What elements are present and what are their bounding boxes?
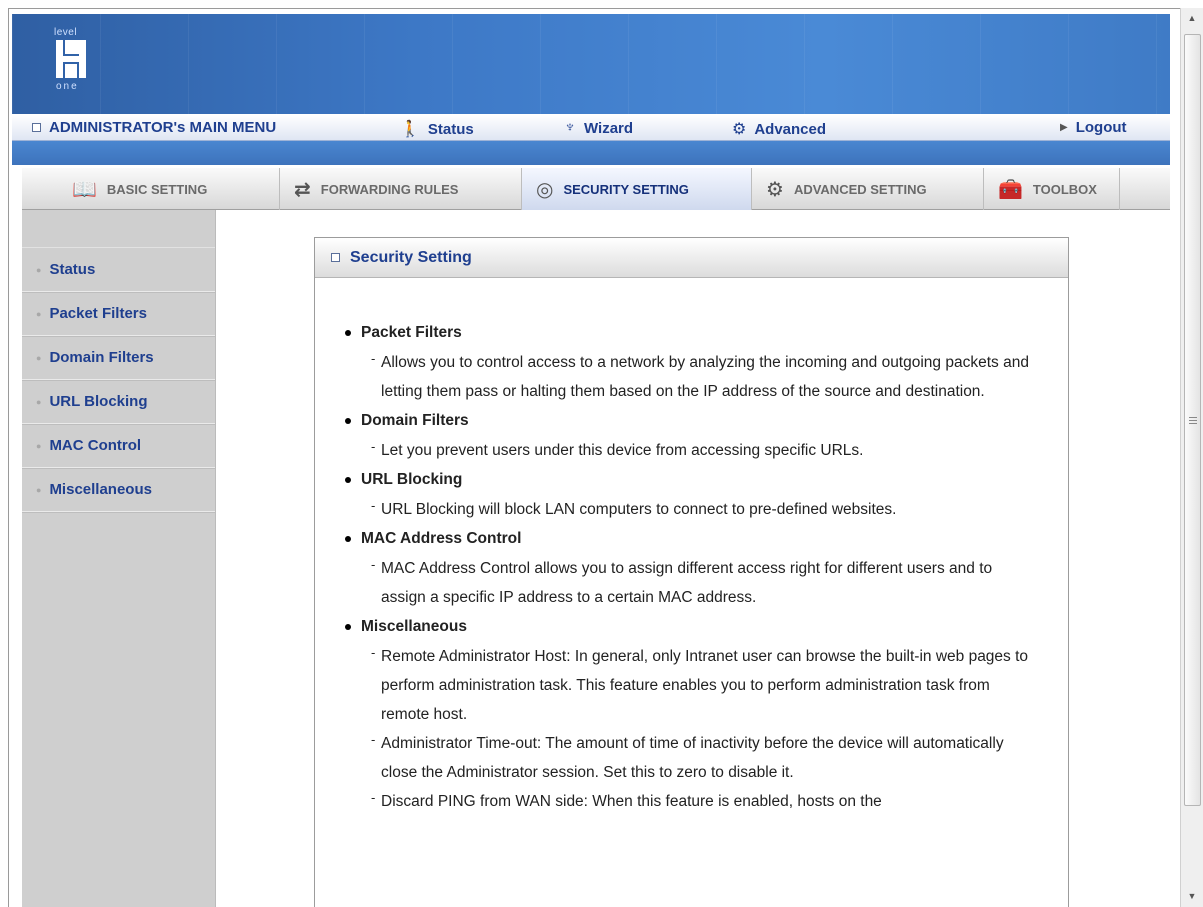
section-description: Remote Administrator Host: In general, o…: [371, 638, 1041, 729]
status-menu-link[interactable]: 🚶 Status: [400, 119, 474, 139]
dot-icon: ●: [36, 352, 42, 363]
toolbox-icon: 🧰: [998, 178, 1023, 201]
panel-body: Packet Filters Allows you to control acc…: [315, 278, 1068, 816]
tab-basic-setting[interactable]: 📖 BASIC SETTING: [58, 168, 280, 210]
person-icon: 🚶: [400, 121, 420, 138]
wizard-icon: ♆: [564, 119, 576, 136]
dot-icon: ●: [36, 308, 42, 319]
arrows-icon: ⇄: [294, 178, 311, 201]
sidebar: ● Status ● Packet Filters ● Domain Filte…: [22, 210, 216, 907]
dot-icon: ●: [36, 440, 42, 451]
triangle-right-icon: ▶: [1060, 122, 1068, 133]
status-menu-label: Status: [427, 120, 474, 138]
section-title: Miscellaneous: [361, 618, 467, 635]
section-domain-filters: Domain Filters Let you prevent users und…: [341, 406, 1068, 465]
top-banner: level one: [12, 14, 1170, 114]
dot-icon: ●: [36, 484, 42, 495]
logo-mark: [56, 40, 86, 78]
dot-icon: ●: [36, 264, 42, 275]
section-description: URL Blocking will block LAN computers to…: [371, 491, 1041, 524]
advanced-icon: ⚙: [732, 121, 747, 138]
gear-icon: ⚙: [766, 178, 784, 201]
security-setting-panel: Security Setting Packet Filters Allows y…: [314, 237, 1069, 907]
bullet-icon: [345, 330, 351, 336]
section-description: Discard PING from WAN side: When this fe…: [371, 783, 1041, 816]
vertical-scrollbar[interactable]: ▲ ▼: [1180, 8, 1203, 907]
dot-icon: ●: [36, 396, 42, 407]
book-icon: 📖: [72, 178, 97, 201]
section-title: MAC Address Control: [361, 530, 522, 547]
bullet-icon: [345, 418, 351, 424]
sidebar-item-status[interactable]: ● Status: [22, 248, 215, 292]
panel-title: Security Setting: [350, 248, 472, 266]
tab-toolbox-label: TOOLBOX: [1032, 181, 1097, 197]
section-mac-address-control: MAC Address Control MAC Address Control …: [341, 524, 1068, 612]
section-title: Domain Filters: [361, 412, 469, 429]
section-title: Packet Filters: [361, 324, 462, 341]
levelone-logo: level one: [54, 28, 104, 96]
tab-toolbox[interactable]: 🧰 TOOLBOX: [984, 168, 1120, 210]
menu-stripe: [12, 141, 1170, 165]
sidebar-item-domain-filters[interactable]: ● Domain Filters: [22, 336, 215, 380]
sidebar-item-label: MAC Control: [49, 437, 142, 454]
section-title: URL Blocking: [361, 471, 463, 488]
section-miscellaneous: Miscellaneous Remote Administrator Host:…: [341, 612, 1068, 816]
sidebar-item-mac-control[interactable]: ● MAC Control: [22, 424, 215, 468]
main-menu-bar: ADMINISTRATOR's MAIN MENU 🚶 Status ♆ Wiz…: [12, 115, 1170, 141]
sidebar-item-url-blocking[interactable]: ● URL Blocking: [22, 380, 215, 424]
tab-forwarding-rules-label: FORWARDING RULES: [320, 181, 459, 197]
tab-basic-setting-label: BASIC SETTING: [106, 181, 208, 197]
bullet-icon: [345, 624, 351, 630]
wizard-menu-label: Wizard: [584, 119, 634, 137]
sidebar-item-label: Domain Filters: [49, 349, 154, 366]
scroll-up-icon[interactable]: ▲: [1183, 10, 1201, 26]
tab-advanced-setting[interactable]: ⚙ ADVANCED SETTING: [752, 168, 984, 210]
advanced-menu-label: Advanced: [754, 120, 827, 138]
advanced-menu-link[interactable]: ⚙ Advanced: [732, 119, 826, 139]
panel-header: Security Setting: [315, 238, 1068, 278]
square-bullet-icon: [331, 253, 340, 262]
scrollbar-thumb[interactable]: [1184, 34, 1201, 806]
main-menu-title-label: ADMINISTRATOR's MAIN MENU: [49, 119, 277, 136]
section-url-blocking: URL Blocking URL Blocking will block LAN…: [341, 465, 1068, 524]
sidebar-item-label: URL Blocking: [49, 393, 148, 410]
logo-text-one: one: [56, 81, 79, 92]
logout-link[interactable]: ▶ Logout: [1060, 119, 1127, 136]
scroll-down-icon[interactable]: ▼: [1183, 888, 1201, 904]
section-packet-filters: Packet Filters Allows you to control acc…: [341, 318, 1068, 406]
sidebar-item-packet-filters[interactable]: ● Packet Filters: [22, 292, 215, 336]
sidebar-item-miscellaneous[interactable]: ● Miscellaneous: [22, 468, 215, 512]
section-description: Allows you to control access to a networ…: [371, 344, 1041, 406]
tab-security-setting-label: SECURITY SETTING: [563, 181, 689, 197]
sidebar-item-label: Status: [49, 261, 96, 278]
bullet-icon: [345, 536, 351, 542]
logout-label: Logout: [1075, 119, 1127, 136]
settings-tab-bar: 📖 BASIC SETTING ⇄ FORWARDING RULES ◎ SEC…: [22, 168, 1170, 210]
tab-forwarding-rules[interactable]: ⇄ FORWARDING RULES: [280, 168, 522, 210]
square-bullet-icon: [32, 123, 41, 132]
sidebar-item-label: Miscellaneous: [49, 481, 152, 498]
logo-text-level: level: [54, 27, 78, 38]
sidebar-item-label: Packet Filters: [49, 305, 147, 322]
main-menu-title: ADMINISTRATOR's MAIN MENU: [32, 119, 276, 136]
section-description: Let you prevent users under this device …: [371, 432, 1041, 465]
lock-icon: ◎: [536, 178, 554, 201]
section-description: Administrator Time-out: The amount of ti…: [371, 725, 1041, 787]
bullet-icon: [345, 477, 351, 483]
section-description: MAC Address Control allows you to assign…: [371, 550, 1041, 612]
wizard-menu-link[interactable]: ♆ Wizard: [564, 119, 633, 137]
tab-security-setting[interactable]: ◎ SECURITY SETTING: [522, 168, 752, 210]
tab-advanced-setting-label: ADVANCED SETTING: [793, 181, 927, 197]
